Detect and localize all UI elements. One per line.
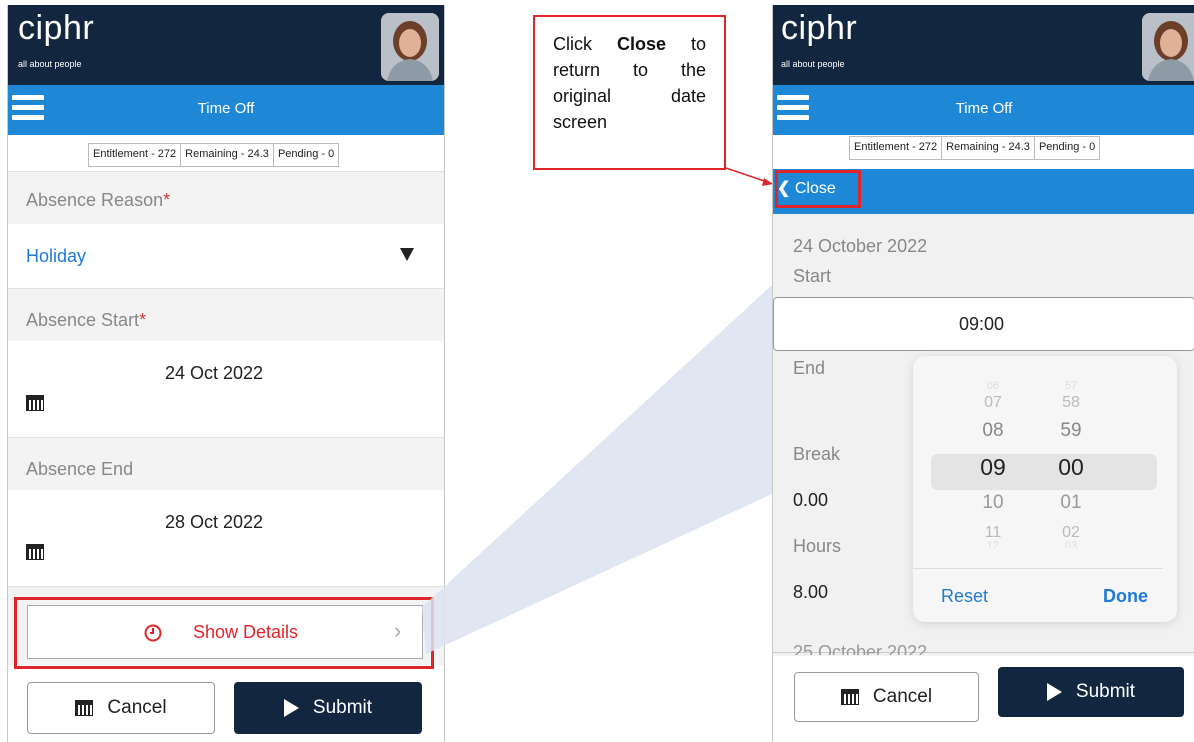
pending-value: Pending - 0: [1038, 141, 1096, 153]
start-time-field[interactable]: 09:00: [773, 297, 1194, 351]
play-icon: [1046, 683, 1062, 701]
minute-option[interactable]: 02: [1041, 524, 1101, 541]
day-heading: 24 October 2022: [793, 236, 928, 256]
break-label: Break: [793, 444, 841, 464]
reset-button[interactable]: Reset: [941, 586, 988, 607]
time-picker[interactable]: 06 07 08 09 10 11 12 57 58 59 00 01 02 0…: [913, 356, 1177, 622]
hours-value: 8.00: [793, 582, 829, 602]
hour-option[interactable]: 07: [963, 394, 1023, 420]
entitlement-value: Entitlement - 272: [850, 137, 943, 159]
minute-option[interactable]: 59: [1041, 420, 1101, 454]
remaining-value: Remaining - 24.3: [942, 137, 1035, 159]
end-label: End: [793, 358, 826, 378]
submit-label: Submit: [1075, 681, 1136, 702]
hour-wheel[interactable]: 06 07 08 09 10 11 12: [963, 380, 1023, 548]
calendar-icon: [840, 689, 859, 705]
cancel-button[interactable]: Cancel: [794, 672, 979, 722]
cancel-label: Cancel: [872, 686, 933, 707]
user-photo: [1142, 13, 1194, 81]
hour-option[interactable]: 10: [963, 492, 1023, 524]
hour-selected[interactable]: 09: [963, 454, 1023, 492]
app-header: ciphr all about people: [773, 5, 1194, 85]
hour-option[interactable]: 08: [963, 420, 1023, 454]
start-time-value: 09:00: [959, 314, 1005, 334]
next-day-heading: 25 October 2022: [793, 642, 928, 655]
highlight-close: [775, 170, 861, 208]
logo-tagline: all about people: [781, 59, 845, 69]
hours-label: Hours: [793, 536, 842, 556]
minute-option[interactable]: 01: [1041, 492, 1101, 524]
minute-wheel[interactable]: 57 58 59 00 01 02 03: [1041, 380, 1101, 548]
minute-selected[interactable]: 00: [1041, 454, 1101, 492]
break-value: 0.00: [793, 490, 829, 510]
right-phone-screen: ciphr all about people Time Off Entitlem…: [772, 5, 1194, 742]
instruction-callout: Click Close to return to the original da…: [533, 15, 726, 170]
avatar[interactable]: [1142, 13, 1194, 81]
done-button[interactable]: Done: [1103, 586, 1148, 607]
entitlement-summary: Entitlement - 272 Remaining - 24.3 Pendi…: [849, 136, 1101, 160]
hour-option[interactable]: 11: [963, 524, 1023, 541]
minute-option[interactable]: 58: [1041, 394, 1101, 420]
ciphr-logo: ciphr: [781, 9, 858, 47]
title-bar: Time Off: [773, 85, 1194, 135]
page-title: Time Off: [955, 100, 1013, 117]
start-label: Start: [793, 266, 832, 286]
submit-button[interactable]: Submit: [998, 667, 1184, 717]
